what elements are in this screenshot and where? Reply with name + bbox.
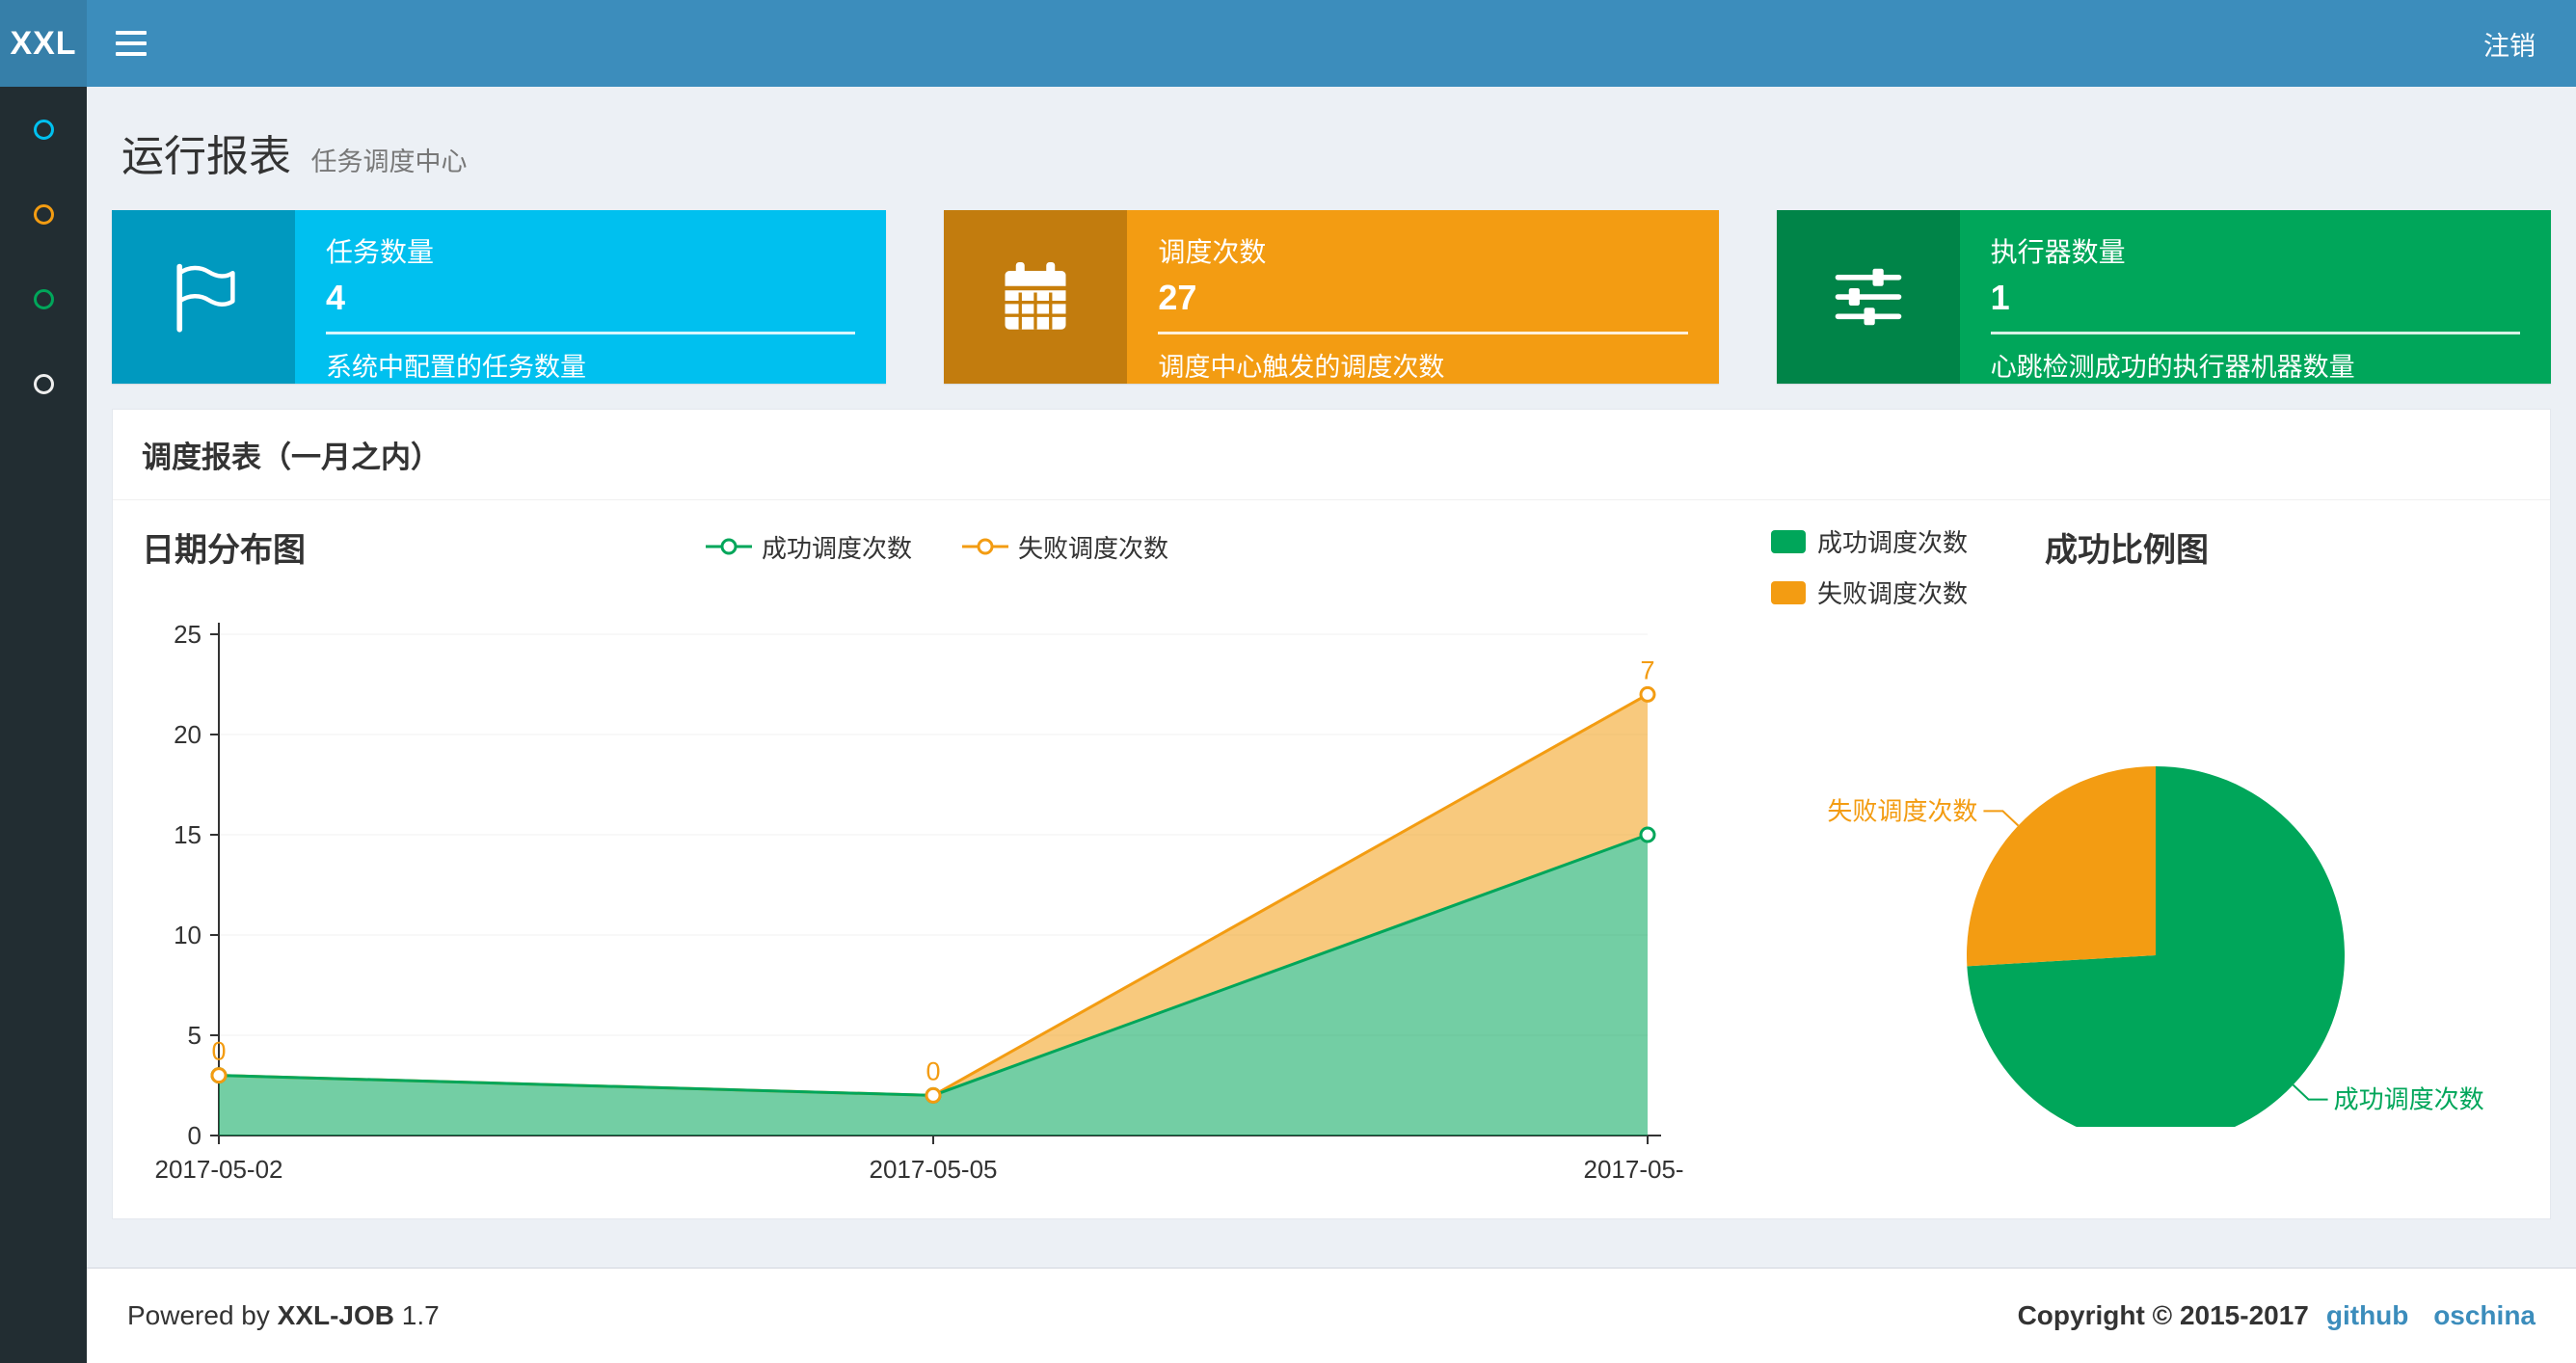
svg-text:15: 15 (174, 820, 201, 849)
legend-label: 失败调度次数 (1817, 579, 1969, 608)
success-ratio-chart: 成功调度次数 失败调度次数 成功比例图 成功调度次数 失败调度次数 (1732, 523, 2521, 1184)
footer: Powered by XXL-JOB 1.7 Copyright © 2015-… (87, 1268, 2576, 1363)
circle-icon (33, 119, 54, 140)
svg-text:7: 7 (1640, 655, 1654, 684)
pie-chart-legend: 成功调度次数 失败调度次数 (1771, 523, 1968, 610)
hamburger-icon (116, 31, 147, 35)
line-marker-icon (705, 538, 752, 555)
svg-text:2017-05-02: 2017-05-02 (155, 1155, 283, 1184)
info-box-value: 4 (326, 278, 346, 317)
circle-icon (33, 373, 54, 394)
info-box-content: 调度次数 27 调度中心触发的调度次数 (1127, 210, 1718, 384)
svg-text:5: 5 (188, 1021, 201, 1050)
svg-text:0: 0 (211, 1037, 226, 1066)
sidebar-item-help[interactable] (0, 341, 87, 426)
info-box-description: 心跳检测成功的执行器机器数量 (1990, 353, 2355, 382)
copyright: Copyright © 2015-2017 github oschina (2018, 1300, 2536, 1331)
stacked-area-chart: 05101520252017-05-022017-05-052017-05-08… (155, 620, 1685, 1184)
legend-label: 成功调度次数 (1817, 528, 1969, 557)
line-chart-legend: 成功调度次数 失败调度次数 (142, 523, 1732, 570)
sidebar-toggle-button[interactable] (87, 0, 175, 87)
hamburger-icon (116, 52, 147, 56)
svg-text:25: 25 (174, 620, 201, 649)
legend-item-success[interactable]: 成功调度次数 (1771, 523, 1968, 559)
svg-text:0: 0 (926, 1056, 940, 1085)
info-box-value: 27 (1158, 278, 1197, 317)
svg-text:2017-05-05: 2017-05-05 (870, 1155, 998, 1184)
page-title: 运行报表 (121, 133, 291, 180)
version-number: 1.7 (401, 1300, 440, 1330)
circle-icon (33, 203, 54, 225)
info-box-label: 调度次数 (1158, 237, 1267, 267)
line-chart-title: 日期分布图 (142, 531, 306, 569)
logout-link[interactable]: 注销 (2443, 0, 2576, 87)
sidebar-item-dashboard[interactable] (0, 87, 87, 172)
circle-icon (33, 288, 54, 309)
info-box-trigger-count: 调度次数 27 调度中心触发的调度次数 (944, 210, 1719, 384)
info-box-description: 调度中心触发的调度次数 (1158, 353, 1445, 382)
panel-body: 日期分布图 成功调度次数 失败调度次数 0 5 10 15 20 25 2017… (113, 500, 2550, 1218)
content-area: 运行报表 任务调度中心 任务数量 4 系统中配置的任务数量 调度次数 27 调度… (87, 87, 2576, 1268)
legend-label: 失败调度次数 (1018, 533, 1169, 563)
legend-label: 成功调度次数 (761, 533, 912, 563)
navbar-spacer (175, 0, 2443, 87)
info-box-content: 执行器数量 1 心跳检测成功的执行器机器数量 (1960, 210, 2551, 384)
top-navbar: XXL 注销 (0, 0, 2576, 87)
divider (326, 332, 856, 334)
panel-title: 调度报表（一月之内） (113, 410, 2550, 500)
line-chart-header: 日期分布图 成功调度次数 失败调度次数 (142, 523, 1732, 570)
line-marker-icon (962, 538, 1008, 555)
date-distribution-chart: 日期分布图 成功调度次数 失败调度次数 0 5 10 15 20 25 2017… (142, 523, 1732, 1185)
pie-chart: 成功调度次数 失败调度次数 (1827, 766, 2484, 1127)
hamburger-icon (116, 41, 147, 45)
info-box-description: 系统中配置的任务数量 (326, 353, 586, 382)
sidebar (0, 87, 87, 1363)
powered-prefix: Powered by (127, 1300, 270, 1330)
pie-chart-title: 成功比例图 (2045, 532, 2210, 569)
info-box-row: 任务数量 4 系统中配置的任务数量 调度次数 27 调度中心触发的调度次数 执行… (112, 210, 2551, 384)
page-subtitle: 任务调度中心 (310, 147, 468, 176)
svg-text:2017-05-08: 2017-05-08 (1584, 1155, 1685, 1184)
info-box-content: 任务数量 4 系统中配置的任务数量 (295, 210, 886, 384)
calendar-icon (944, 210, 1128, 384)
divider (1158, 332, 1688, 334)
sidebar-item-logs[interactable] (0, 256, 87, 341)
oschina-link[interactable]: oschina (2433, 1300, 2536, 1330)
svg-text:0: 0 (188, 1121, 201, 1150)
legend-item-fail[interactable]: 失败调度次数 (962, 529, 1168, 565)
report-panel: 调度报表（一月之内） 日期分布图 成功调度次数 失败调度次数 0 5 10 15… (112, 409, 2551, 1219)
pie-chart-header: 成功调度次数 失败调度次数 成功比例图 (1732, 523, 2521, 629)
info-box-label: 执行器数量 (1990, 237, 2126, 267)
legend-item-success[interactable]: 成功调度次数 (705, 529, 912, 565)
info-box-executor-count: 执行器数量 1 心跳检测成功的执行器机器数量 (1776, 210, 2551, 384)
sliders-icon (1776, 210, 1960, 384)
svg-text:10: 10 (174, 921, 201, 949)
github-link[interactable]: github (2326, 1300, 2409, 1330)
brand-name: XXL-JOB (277, 1300, 395, 1330)
legend-item-fail[interactable]: 失败调度次数 (1771, 575, 1968, 610)
legend-swatch-icon (1771, 529, 1806, 553)
info-box-job-count: 任务数量 4 系统中配置的任务数量 (112, 210, 887, 384)
svg-text:20: 20 (174, 720, 201, 749)
info-box-value: 1 (1990, 278, 2010, 317)
legend-swatch-icon (1771, 580, 1806, 604)
footer-links: github oschina (2309, 1300, 2536, 1331)
svg-text:成功调度次数: 成功调度次数 (2334, 1085, 2484, 1114)
divider (1990, 332, 2520, 334)
powered-by: Powered by XXL-JOB 1.7 (127, 1300, 440, 1331)
page-header: 运行报表 任务调度中心 (112, 87, 2551, 210)
copyright-text: Copyright © 2015-2017 (2017, 1300, 2309, 1330)
sidebar-item-jobs[interactable] (0, 172, 87, 256)
info-box-label: 任务数量 (326, 237, 435, 267)
svg-text:失败调度次数: 失败调度次数 (1827, 796, 1977, 825)
flag-icon (112, 210, 295, 384)
app-logo[interactable]: XXL (0, 0, 87, 87)
